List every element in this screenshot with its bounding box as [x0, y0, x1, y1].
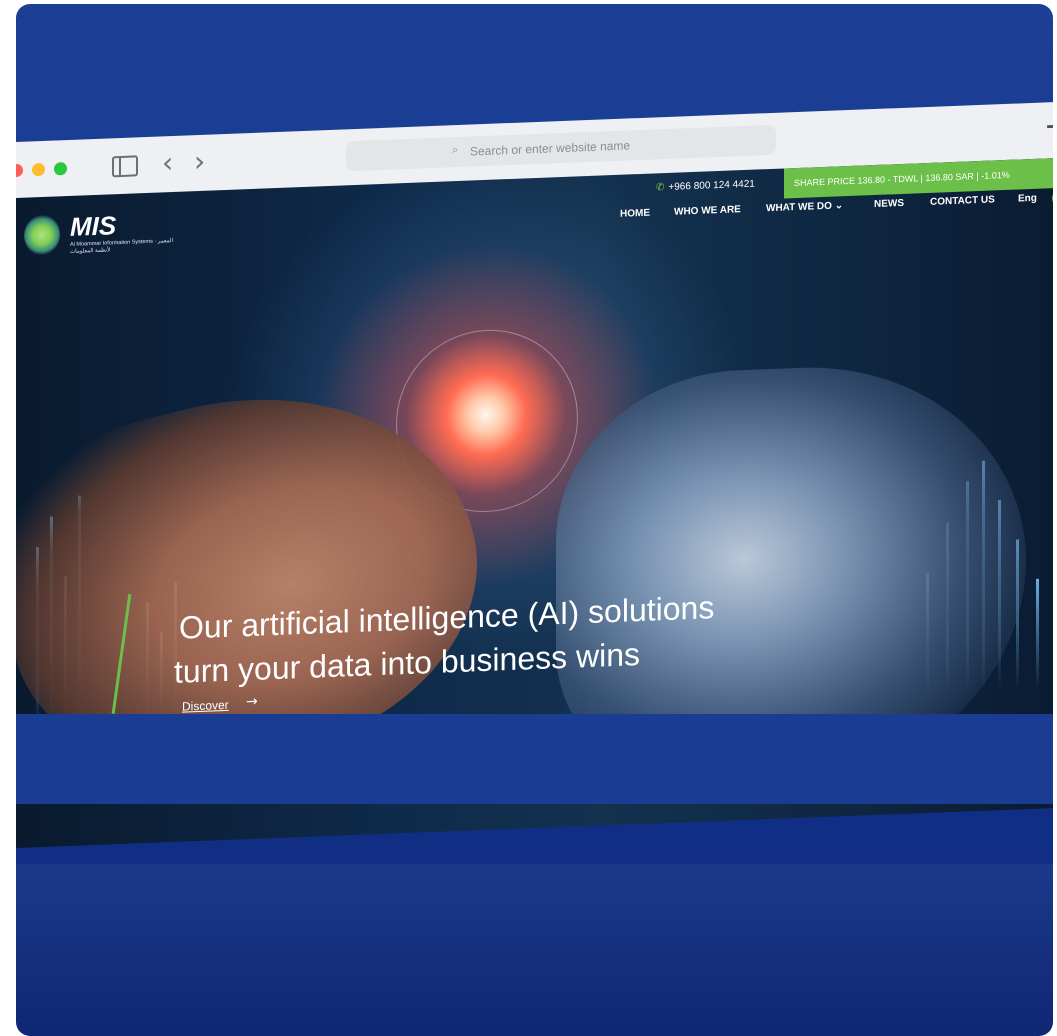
forward-arrow-icon[interactable]: ›	[194, 145, 205, 178]
logo-subtitle: Al Moammar Information Systems · المعمر …	[70, 237, 173, 255]
zoom-window-button[interactable]	[54, 162, 67, 176]
data-bar-graphic	[1036, 578, 1039, 689]
nav-contact-us[interactable]: CONTACT US	[930, 194, 995, 207]
close-window-button[interactable]	[16, 163, 23, 178]
globe-logo-icon	[24, 214, 60, 256]
language-toggle-icon[interactable]	[1052, 189, 1053, 207]
site-logo[interactable]: MIS Al Moammar Information Systems · الم…	[24, 203, 194, 266]
nav-news[interactable]: NEWS	[874, 198, 904, 210]
logo-wordmark: MIS	[70, 210, 117, 242]
search-icon: ⌕	[452, 144, 459, 157]
sidebar-toggle-icon[interactable]	[112, 155, 138, 178]
nav-what-we-do[interactable]: WHAT WE DO ⌄	[766, 200, 843, 214]
nav-home[interactable]: HOME	[620, 208, 650, 220]
screenshot-frame: ‹ › ⌕ Search or enter website name + ✆ +…	[16, 4, 1053, 1036]
phone-number[interactable]: ✆ +966 800 124 4421	[656, 179, 755, 194]
minimize-window-button[interactable]	[32, 162, 45, 177]
page-footer-band	[16, 714, 1053, 804]
discover-link[interactable]: Discover	[182, 698, 229, 714]
nav-who-we-are[interactable]: WHO WE ARE	[674, 204, 741, 218]
phone-text: +966 800 124 4421	[668, 178, 755, 193]
address-bar[interactable]: ⌕ Search or enter website name	[346, 124, 776, 172]
back-arrow-icon[interactable]: ‹	[162, 146, 173, 179]
phone-icon: ✆	[656, 182, 665, 194]
language-switch[interactable]: Eng	[1018, 193, 1037, 205]
address-placeholder: Search or enter website name	[470, 138, 631, 159]
new-tab-icon[interactable]: +	[1044, 105, 1054, 146]
arrow-right-icon[interactable]: →	[246, 694, 258, 710]
